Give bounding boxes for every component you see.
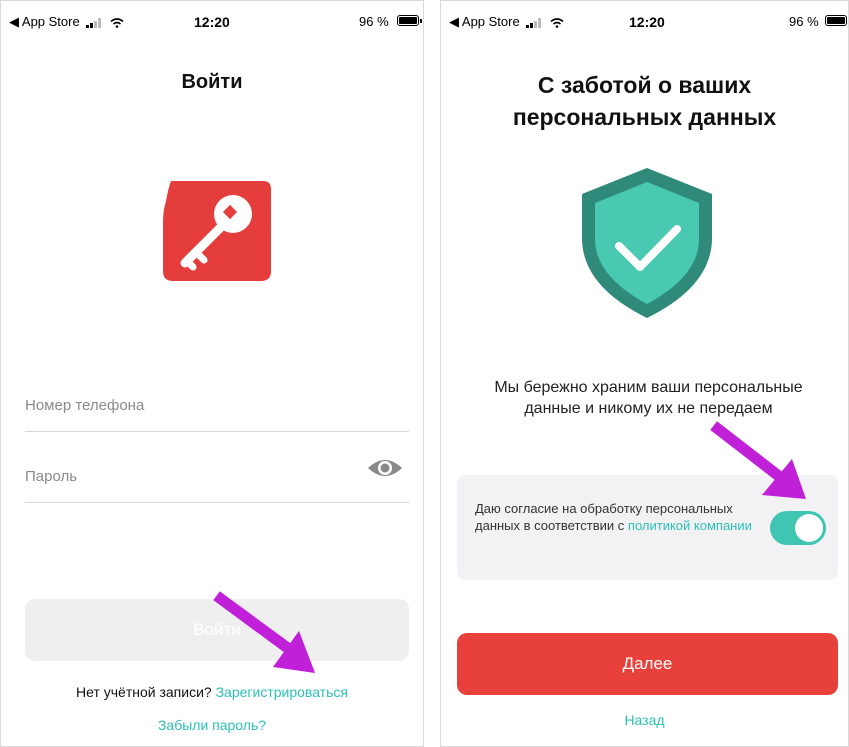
register-prompt: Нет учётной записи? Зарегистрироваться xyxy=(1,684,423,700)
shield-check-icon xyxy=(582,168,712,318)
signal-icon xyxy=(86,17,102,28)
wifi-icon xyxy=(550,17,564,28)
title-line-1: С заботой о ваших xyxy=(537,72,752,98)
privacy-info: Мы бережно храним ваши персональные данн… xyxy=(457,377,840,419)
consent-card: Даю согласие на обработку персональных д… xyxy=(457,475,838,580)
clock: 12:20 xyxy=(194,14,230,30)
toggle-knob xyxy=(795,514,823,542)
page-title: Войти xyxy=(181,71,243,93)
phone-placeholder: Номер телефона xyxy=(25,397,145,414)
title-line-2: персональных данных xyxy=(512,104,777,130)
back-link[interactable]: Назад xyxy=(441,712,848,728)
info-line-1: Мы бережно храним ваши персональные xyxy=(494,379,803,396)
back-to-app-store[interactable]: ◀ App Store xyxy=(449,14,564,30)
forgot-password-link[interactable]: Забыли пароль? xyxy=(1,717,423,733)
page-title: С заботой о ваших персональных данных xyxy=(451,69,838,133)
carrier-label: ◀ App Store xyxy=(449,14,520,29)
battery-percent: 96 % xyxy=(359,14,389,29)
info-line-2: данные и никому их не передаем xyxy=(524,400,773,417)
phone-field[interactable]: Номер телефона xyxy=(25,378,409,432)
signal-icon xyxy=(526,17,542,28)
password-placeholder: Пароль xyxy=(25,468,78,485)
password-field[interactable]: Пароль xyxy=(25,449,409,503)
policy-link[interactable]: политикой компании xyxy=(628,518,752,533)
consent-screen: ◀ App Store 12:20 96 % С заботой о ваших… xyxy=(440,0,849,747)
no-account-text: Нет учётной записи? xyxy=(76,684,212,700)
key-icon xyxy=(163,181,271,281)
battery-percent: 96 % xyxy=(789,14,819,29)
carrier-label: ◀ App Store xyxy=(9,14,80,29)
login-button[interactable]: Войти xyxy=(25,599,409,661)
wifi-icon xyxy=(110,17,124,28)
eye-icon[interactable] xyxy=(367,456,403,480)
status-bar: ◀ App Store 12:20 96 % xyxy=(1,1,423,31)
consent-text: Даю согласие на обработку персональных д… xyxy=(475,500,765,534)
consent-toggle[interactable] xyxy=(770,511,826,545)
next-button[interactable]: Далее xyxy=(457,633,838,695)
battery-icon xyxy=(825,15,847,26)
register-link[interactable]: Зарегистрироваться xyxy=(216,684,348,700)
login-screen: ◀ App Store 12:20 96 % Войти Номер телеф… xyxy=(0,0,424,747)
status-bar: ◀ App Store 12:20 96 % xyxy=(441,1,848,31)
clock: 12:20 xyxy=(629,14,665,30)
battery-icon xyxy=(397,15,422,26)
back-to-app-store[interactable]: ◀ App Store xyxy=(9,14,124,30)
